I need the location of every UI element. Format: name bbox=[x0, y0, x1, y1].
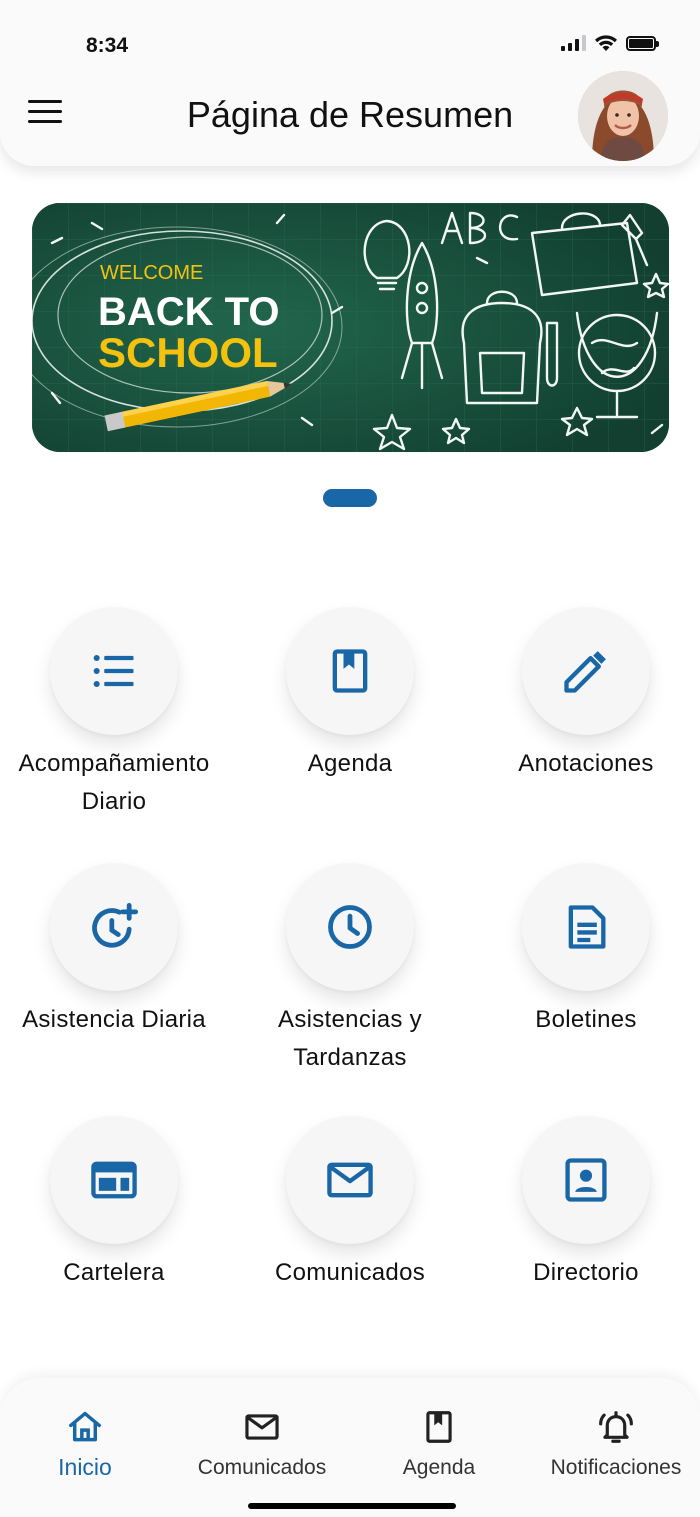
banner-line2-text: SCHOOL bbox=[98, 329, 278, 376]
menu-item-anotaciones[interactable]: Anotaciones bbox=[468, 607, 700, 837]
back-to-school-banner[interactable]: WELCOME BACK TO SCHOOL bbox=[32, 203, 669, 452]
list-icon bbox=[93, 654, 134, 688]
nav-label: Notificaciones bbox=[550, 1456, 682, 1479]
user-avatar[interactable] bbox=[578, 71, 668, 161]
wifi-icon bbox=[595, 35, 617, 51]
clock-icon bbox=[328, 905, 372, 949]
nav-item-inicio[interactable]: Inicio bbox=[0, 1408, 170, 1481]
menu-item-label: Directorio bbox=[533, 1259, 639, 1286]
menu-item-label: Boletines bbox=[535, 1006, 637, 1033]
menu-item-circle bbox=[522, 607, 650, 735]
menu-item-label: Comunicados bbox=[274, 1259, 426, 1286]
pencil-icon bbox=[564, 651, 606, 693]
menu-item-label: Cartelera bbox=[63, 1259, 165, 1286]
menu-item-label: Acompañamiento Diario bbox=[18, 750, 210, 815]
bookmark-book-icon bbox=[426, 1411, 452, 1443]
nav-item-comunicados[interactable]: Comunicados bbox=[177, 1408, 347, 1480]
billboard-icon bbox=[91, 1161, 137, 1199]
document-icon bbox=[568, 905, 606, 949]
menu-item-label: Anotaciones bbox=[518, 750, 654, 777]
bell-ringing-icon bbox=[599, 1411, 633, 1443]
mail-icon bbox=[245, 1414, 279, 1440]
status-time: 8:34 bbox=[86, 34, 129, 57]
menu-item-label: Agenda bbox=[307, 750, 393, 777]
menu-item-circle bbox=[50, 863, 178, 991]
app-header: 8:34 Página de Resumen bbox=[0, 0, 700, 166]
carousel-indicator[interactable] bbox=[323, 489, 377, 507]
menu-item-circle bbox=[50, 607, 178, 735]
banner-line1-text: BACK TO bbox=[98, 290, 279, 334]
home-icon bbox=[69, 1411, 101, 1442]
menu-item-label: Asistencias y Tardanzas bbox=[278, 1006, 422, 1071]
nav-label: Comunicados bbox=[197, 1456, 327, 1479]
banner-illustration: WELCOME BACK TO SCHOOL bbox=[32, 203, 669, 452]
bookmark-book-icon bbox=[332, 649, 368, 693]
mail-icon bbox=[327, 1162, 373, 1198]
clock-plus-icon bbox=[92, 902, 139, 948]
menu-item-circle bbox=[522, 863, 650, 991]
battery-icon bbox=[626, 35, 659, 51]
menu-item-circle bbox=[50, 1116, 178, 1244]
menu-item-circle bbox=[522, 1116, 650, 1244]
banner-welcome-text: WELCOME bbox=[100, 262, 203, 284]
home-indicator bbox=[248, 1503, 456, 1509]
nav-label: Agenda bbox=[402, 1456, 476, 1479]
menu-item-circle bbox=[286, 863, 414, 991]
menu-item-boletines[interactable]: Boletines bbox=[468, 863, 700, 1093]
cellular-signal-icon bbox=[561, 35, 586, 51]
menu-item-directorio[interactable]: Directorio bbox=[468, 1116, 700, 1346]
bottom-navigation: Inicio Comunicados Agenda Notificaciones bbox=[0, 1378, 700, 1517]
menu-item-circle bbox=[286, 607, 414, 735]
nav-item-notificaciones[interactable]: Notificaciones bbox=[531, 1408, 700, 1480]
menu-item-asistencias-y-tardanzas[interactable]: Asistencias y Tardanzas bbox=[232, 863, 468, 1093]
menu-item-circle bbox=[286, 1116, 414, 1244]
status-icons bbox=[561, 32, 659, 54]
menu-item-comunicados[interactable]: Comunicados bbox=[232, 1116, 468, 1346]
menu-item-acompanamiento-diario[interactable]: Acompañamiento Diario bbox=[0, 607, 232, 837]
contact-card-icon bbox=[565, 1158, 607, 1202]
menu-item-agenda[interactable]: Agenda bbox=[232, 607, 468, 837]
nav-item-agenda[interactable]: Agenda bbox=[354, 1408, 524, 1480]
nav-label: Inicio bbox=[58, 1454, 112, 1480]
menu-item-cartelera[interactable]: Cartelera bbox=[0, 1116, 232, 1346]
menu-item-label: Asistencia Diaria bbox=[22, 1006, 206, 1033]
menu-item-asistencia-diaria[interactable]: Asistencia Diaria bbox=[0, 863, 232, 1093]
user-avatar-photo bbox=[578, 71, 668, 161]
